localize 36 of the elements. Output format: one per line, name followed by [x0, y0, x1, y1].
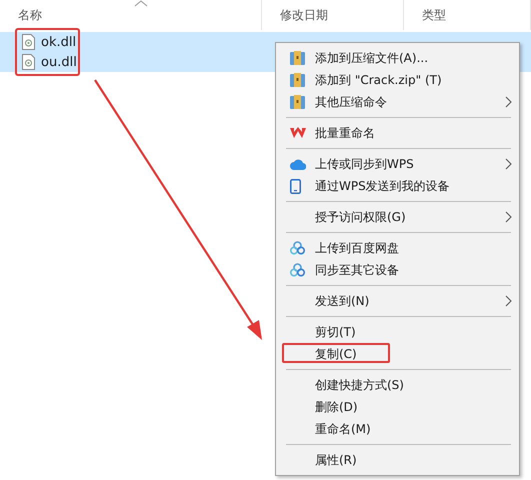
cloud-sync-icon: [290, 241, 305, 255]
menu-item[interactable]: 复制(C): [276, 343, 519, 365]
archive-icon: [290, 73, 305, 87]
chevron-icon: [505, 96, 512, 108]
sort-icon: [134, 0, 148, 7]
menu-item[interactable]: 删除(D): [276, 396, 519, 418]
column-header[interactable]: 类型: [404, 0, 531, 30]
chevron-icon: [505, 211, 512, 223]
menu-item[interactable]: 其他压缩命令: [276, 91, 519, 113]
menu-item[interactable]: 授予访问权限(G): [276, 206, 519, 228]
menu-item[interactable]: 通过WPS发送到我的设备: [276, 175, 519, 197]
menu-item[interactable]: 创建快捷方式(S): [276, 374, 519, 396]
menu-item[interactable]: 上传到百度网盘: [276, 237, 519, 259]
file-name: ok.dll: [41, 34, 76, 50]
cloud-sync-icon: [290, 263, 305, 277]
wps-icon: [290, 127, 306, 139]
file-name: ou.dll: [41, 54, 77, 70]
column-header[interactable]: 名称: [0, 0, 262, 30]
menu-item[interactable]: 添加到 "Crack.zip" (T): [276, 69, 519, 91]
menu-item[interactable]: 同步至其它设备: [276, 259, 519, 281]
chevron-icon: [505, 158, 512, 170]
phone-icon: [290, 178, 301, 194]
file-icon: [22, 34, 35, 50]
archive-icon: [290, 95, 305, 109]
cloud-icon: [290, 158, 306, 170]
highlight-box: [15, 28, 80, 76]
menu-item[interactable]: 剪切(T): [276, 321, 519, 343]
archive-icon: [290, 51, 305, 65]
file-icon: [22, 54, 35, 70]
menu-item[interactable]: 上传或同步到WPS: [276, 153, 519, 175]
chevron-icon: [505, 295, 512, 307]
menu-item[interactable]: 批量重命名: [276, 122, 519, 144]
menu-item[interactable]: 重命名(M): [276, 418, 519, 440]
column-header[interactable]: 修改日期: [262, 0, 404, 30]
menu-item[interactable]: 发送到(N): [276, 290, 519, 312]
menu-item[interactable]: 属性(R): [276, 449, 519, 471]
